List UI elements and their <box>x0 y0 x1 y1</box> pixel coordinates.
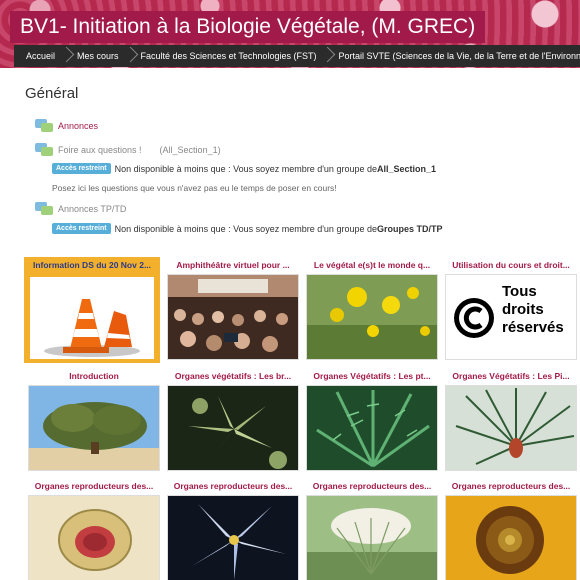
header-banner: BV1- Initiation à la Biologie Végétale, … <box>0 0 580 68</box>
breadcrumb-my-courses[interactable]: Mes cours <box>65 45 129 67</box>
tile-vegetative-organs-1[interactable]: Organes végétatifs : Les br... <box>165 368 301 474</box>
tile-information-ds[interactable]: Information DS du 20 Nov 2... <box>24 257 160 363</box>
tile-vegetative-organs-3[interactable]: Organes Végétatifs : Les Pi... <box>443 368 579 474</box>
lecture-hall-image <box>167 274 299 360</box>
copyright-text: Tous droits réservés <box>502 283 564 336</box>
tile-reproductive-organs-2[interactable]: Organes reproducteurs des... <box>165 478 301 580</box>
tile-title: Information DS du 20 Nov 2... <box>32 260 152 270</box>
sunflower-image <box>445 495 577 580</box>
restriction-text: Non disponible à moins que : Vous soyez … <box>114 223 377 234</box>
breadcrumb: Accueil Mes cours Faculté des Sciences e… <box>14 45 580 67</box>
breadcrumb-portal[interactable]: Portail SVTE (Sciences de la Vie, de la … <box>326 45 580 67</box>
tile-title: Organes reproducteurs des... <box>451 481 571 491</box>
restriction-group: Groupes TD/TP <box>376 223 443 234</box>
activity-link-faq[interactable]: Foire aux questions ! <box>58 145 142 155</box>
tile-reproductive-organs-1[interactable]: Organes reproducteurs des... <box>26 478 162 580</box>
fern-image <box>306 385 438 471</box>
restriction-faq: Accès restreint Non disponible à moins q… <box>52 163 436 174</box>
forum-icon <box>35 202 53 216</box>
restriction-tptd: Accès restreint Non disponible à moins q… <box>52 223 443 234</box>
tile-title: Organes végétatifs : Les br... <box>174 371 292 381</box>
activity-announcements-tptd[interactable]: Annonces TP/TD <box>35 202 126 216</box>
section-title: Général <box>25 85 79 102</box>
restriction-group: All_Section_1 <box>376 163 437 174</box>
tree-image <box>28 385 160 471</box>
group-tag: (All_Section_1) <box>159 145 221 155</box>
restricted-badge: Accès restreint <box>52 163 111 174</box>
activity-link-announcements[interactable]: Annonces <box>58 121 98 131</box>
activity-faq[interactable]: Foire aux questions ! (All_Section_1) <box>35 143 221 157</box>
tile-title: Utilisation du cours et droit... <box>452 260 570 270</box>
tile-title: Le végétal e(s)t le monde q... <box>313 260 431 270</box>
pine-needles-image <box>445 385 577 471</box>
yellow-flowers-image <box>306 274 438 360</box>
activity-link-announcements-tptd[interactable]: Annonces TP/TD <box>58 204 126 214</box>
restriction-text: Non disponible à moins que : Vous soyez … <box>114 163 377 174</box>
breadcrumb-home[interactable]: Accueil <box>14 45 65 67</box>
forum-icon <box>35 143 53 157</box>
tile-course-usage[interactable]: Utilisation du cours et droit... Tous dr… <box>443 257 579 363</box>
tile-title: Organes reproducteurs des... <box>312 481 432 491</box>
forum-icon <box>35 119 53 133</box>
lily-image <box>167 495 299 580</box>
tile-title: Amphithéâtre virtuel pour ... <box>176 260 290 270</box>
restricted-badge: Accès restreint <box>52 223 111 234</box>
breadcrumb-faculty[interactable]: Faculté des Sciences et Technologies (FS… <box>129 45 327 67</box>
tile-vegetative-organs-2[interactable]: Organes Végétatifs : Les pt... <box>304 368 440 474</box>
tile-reproductive-organs-4[interactable]: Organes reproducteurs des... <box>443 478 579 580</box>
traffic-cones-image <box>30 277 154 359</box>
activity-description: Posez ici les questions que vous n'avez … <box>52 183 337 193</box>
activity-announcements[interactable]: Annonces <box>35 119 98 133</box>
tile-title: Organes reproducteurs des... <box>34 481 154 491</box>
tile-introduction[interactable]: Introduction <box>26 368 162 474</box>
tile-virtual-amphitheatre[interactable]: Amphithéâtre virtuel pour ... <box>165 257 301 363</box>
tile-title: Organes Végétatifs : Les Pi... <box>452 371 570 381</box>
tile-title: Organes reproducteurs des... <box>173 481 293 491</box>
succulent-image <box>167 385 299 471</box>
course-title: BV1- Initiation à la Biologie Végétale, … <box>10 11 486 43</box>
tile-reproductive-organs-3[interactable]: Organes reproducteurs des... <box>304 478 440 580</box>
tile-title: Introduction <box>69 371 119 381</box>
ovary-section-image <box>28 495 160 580</box>
tile-plant-world[interactable]: Le végétal e(s)t le monde q... <box>304 257 440 363</box>
tile-title: Organes Végétatifs : Les pt... <box>313 371 431 381</box>
copyright-image: Tous droits réservés <box>445 274 577 360</box>
umbel-image <box>306 495 438 580</box>
